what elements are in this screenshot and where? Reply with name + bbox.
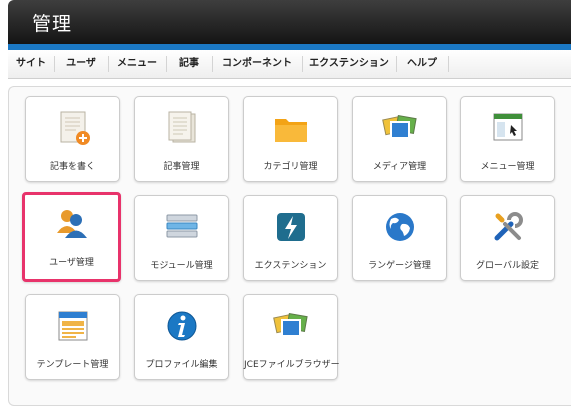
- tile-language-manager[interactable]: ランゲージ管理: [352, 195, 447, 281]
- file-browser-icon: [272, 312, 308, 337]
- info-icon: [167, 311, 196, 341]
- tile-label: グローバル設定: [476, 261, 539, 271]
- modules-stack-icon: [166, 214, 197, 238]
- article-manager-icon: [168, 111, 195, 143]
- title-bar: 管理: [8, 0, 571, 44]
- page-title: 管理: [32, 13, 73, 35]
- folder-icon: [274, 119, 307, 142]
- tile-template-manager[interactable]: テンプレート管理: [25, 294, 120, 380]
- tile-media-manager[interactable]: メディア管理: [352, 96, 447, 182]
- new-article-icon: [60, 111, 90, 145]
- tile-edit-profile[interactable]: プロファイル編集: [134, 294, 229, 380]
- tile-label: JCEファイルブラウザー: [244, 360, 340, 370]
- tile-label: 記事を書く: [49, 162, 95, 172]
- tile-label: モジュール管理: [150, 261, 213, 271]
- menu-item-help[interactable]: ヘルプ: [397, 50, 447, 78]
- menu-item-extensions[interactable]: エクステンション: [303, 50, 395, 78]
- globe-icon: [385, 213, 414, 241]
- media-images-icon: [381, 114, 417, 139]
- tile-label: メニュー管理: [480, 162, 535, 172]
- tile-label: ランゲージ管理: [368, 261, 431, 271]
- tile-label: カテゴリ管理: [263, 162, 318, 172]
- tile-extensions[interactable]: エクステンション: [243, 195, 338, 281]
- tools-icon: [494, 212, 523, 241]
- tile-jce-file-browser[interactable]: JCEファイルブラウザー: [243, 294, 340, 380]
- main-menu-bar: サイト ユーザ メニュー 記事 コンポーネント エクステンション ヘルプ: [8, 50, 571, 79]
- tile-category-manager[interactable]: カテゴリ管理: [243, 96, 338, 182]
- tile-article-manager[interactable]: 記事管理: [134, 96, 229, 182]
- menu-item-menus[interactable]: メニュー: [109, 50, 165, 78]
- tile-label: メディア管理: [372, 162, 427, 172]
- tile-label: プロファイル編集: [145, 360, 218, 370]
- tile-module-manager[interactable]: モジュール管理: [134, 195, 229, 281]
- tile-global-configuration[interactable]: グローバル設定: [460, 195, 555, 281]
- template-icon: [58, 311, 87, 341]
- tile-user-manager[interactable]: ユーザ管理: [22, 192, 121, 282]
- menu-item-articles[interactable]: 記事: [167, 50, 211, 78]
- tile-add-article[interactable]: 記事を書く: [25, 96, 120, 182]
- lightning-icon: [276, 213, 305, 241]
- menu-divider: [448, 56, 449, 72]
- menu-item-components[interactable]: コンポーネント: [213, 50, 301, 78]
- tile-label: エクステンション: [254, 261, 327, 271]
- menu-window-icon: [493, 113, 522, 141]
- tile-label: ユーザ管理: [49, 258, 94, 268]
- tile-menu-manager[interactable]: メニュー管理: [460, 96, 555, 182]
- menu-item-users[interactable]: ユーザ: [55, 50, 107, 78]
- tile-label: テンプレート管理: [36, 360, 109, 370]
- tile-label: 記事管理: [163, 162, 200, 172]
- users-icon: [56, 210, 87, 238]
- menu-item-site[interactable]: サイト: [10, 50, 52, 78]
